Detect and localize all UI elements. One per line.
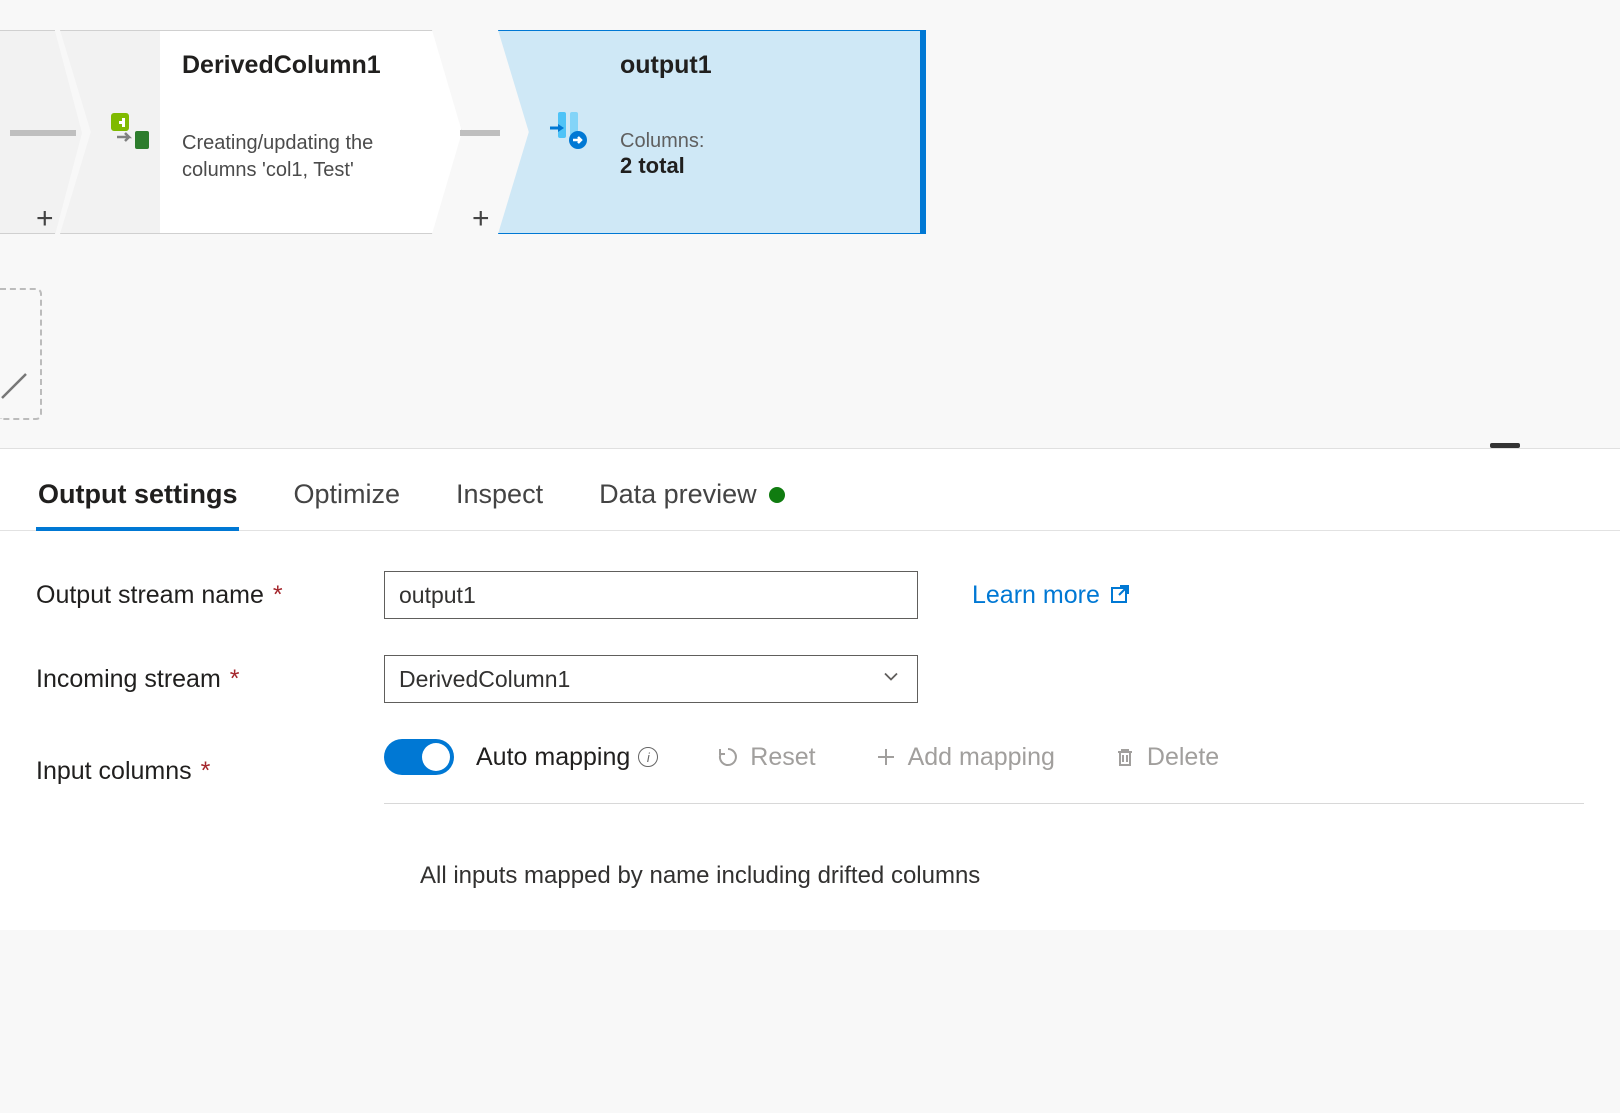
node-input-arrow [498, 30, 542, 234]
node-input-arrow [60, 30, 104, 234]
external-link-icon [1110, 584, 1132, 606]
tab-data-preview[interactable]: Data preview [597, 467, 787, 530]
toggle-knob [422, 743, 450, 771]
output-stream-name-label: Output stream name * [36, 581, 384, 610]
status-dot-icon [769, 487, 785, 503]
add-node-button-mid[interactable]: + [472, 202, 490, 236]
delete-button[interactable]: Delete [1113, 743, 1219, 772]
reset-icon [716, 745, 740, 769]
node-body: DerivedColumn1 Creating/updating the col… [160, 30, 462, 234]
derived-column-icon [104, 30, 160, 234]
node-description: Creating/updating the columns 'col1, Tes… [182, 130, 439, 184]
dataflow-canvas[interactable]: + DerivedColumn1 Creating/updating the c… [0, 0, 1620, 448]
info-icon[interactable]: i [638, 747, 658, 767]
incoming-stream-value[interactable] [384, 655, 918, 703]
columns-value: 2 total [620, 153, 898, 179]
node-body: output1 Columns: 2 total [598, 30, 926, 234]
partial-node-dashed[interactable] [0, 288, 42, 420]
trash-icon [1113, 745, 1137, 769]
output-sink-icon [542, 30, 598, 234]
tabs-bar: Output settings Optimize Inspect Data pr… [0, 449, 1620, 531]
node-title: output1 [620, 51, 898, 80]
node-title: DerivedColumn1 [182, 51, 439, 80]
diagonal-stroke [0, 370, 30, 400]
plus-icon [874, 745, 898, 769]
input-columns-label: Input columns * [36, 757, 384, 786]
output-stream-name-input[interactable] [384, 571, 918, 619]
incoming-stream-select[interactable] [384, 655, 918, 703]
output-settings-form: Output stream name * Learn more Incoming… [0, 531, 1620, 930]
incoming-stream-label: Incoming stream * [36, 665, 384, 694]
tab-optimize[interactable]: Optimize [291, 467, 402, 530]
tab-label: Data preview [599, 479, 757, 510]
tab-output-settings[interactable]: Output settings [36, 467, 239, 530]
add-node-button-left[interactable]: + [36, 202, 54, 236]
add-mapping-button[interactable]: Add mapping [874, 743, 1055, 772]
learn-more-link[interactable]: Learn more [972, 581, 1132, 610]
auto-mapping-toggle[interactable] [384, 739, 454, 775]
tab-inspect[interactable]: Inspect [454, 467, 545, 530]
auto-mapping-label: Auto mapping i [476, 743, 658, 772]
columns-label: Columns: [620, 130, 898, 153]
mapping-note-text: All inputs mapped by name including drif… [384, 840, 1584, 890]
connector-line [460, 130, 500, 136]
node-output[interactable]: output1 Columns: 2 total [498, 30, 926, 234]
reset-button[interactable]: Reset [716, 743, 815, 772]
node-derived-column[interactable]: DerivedColumn1 Creating/updating the col… [60, 30, 462, 234]
configuration-panel: Output settings Optimize Inspect Data pr… [0, 448, 1620, 930]
